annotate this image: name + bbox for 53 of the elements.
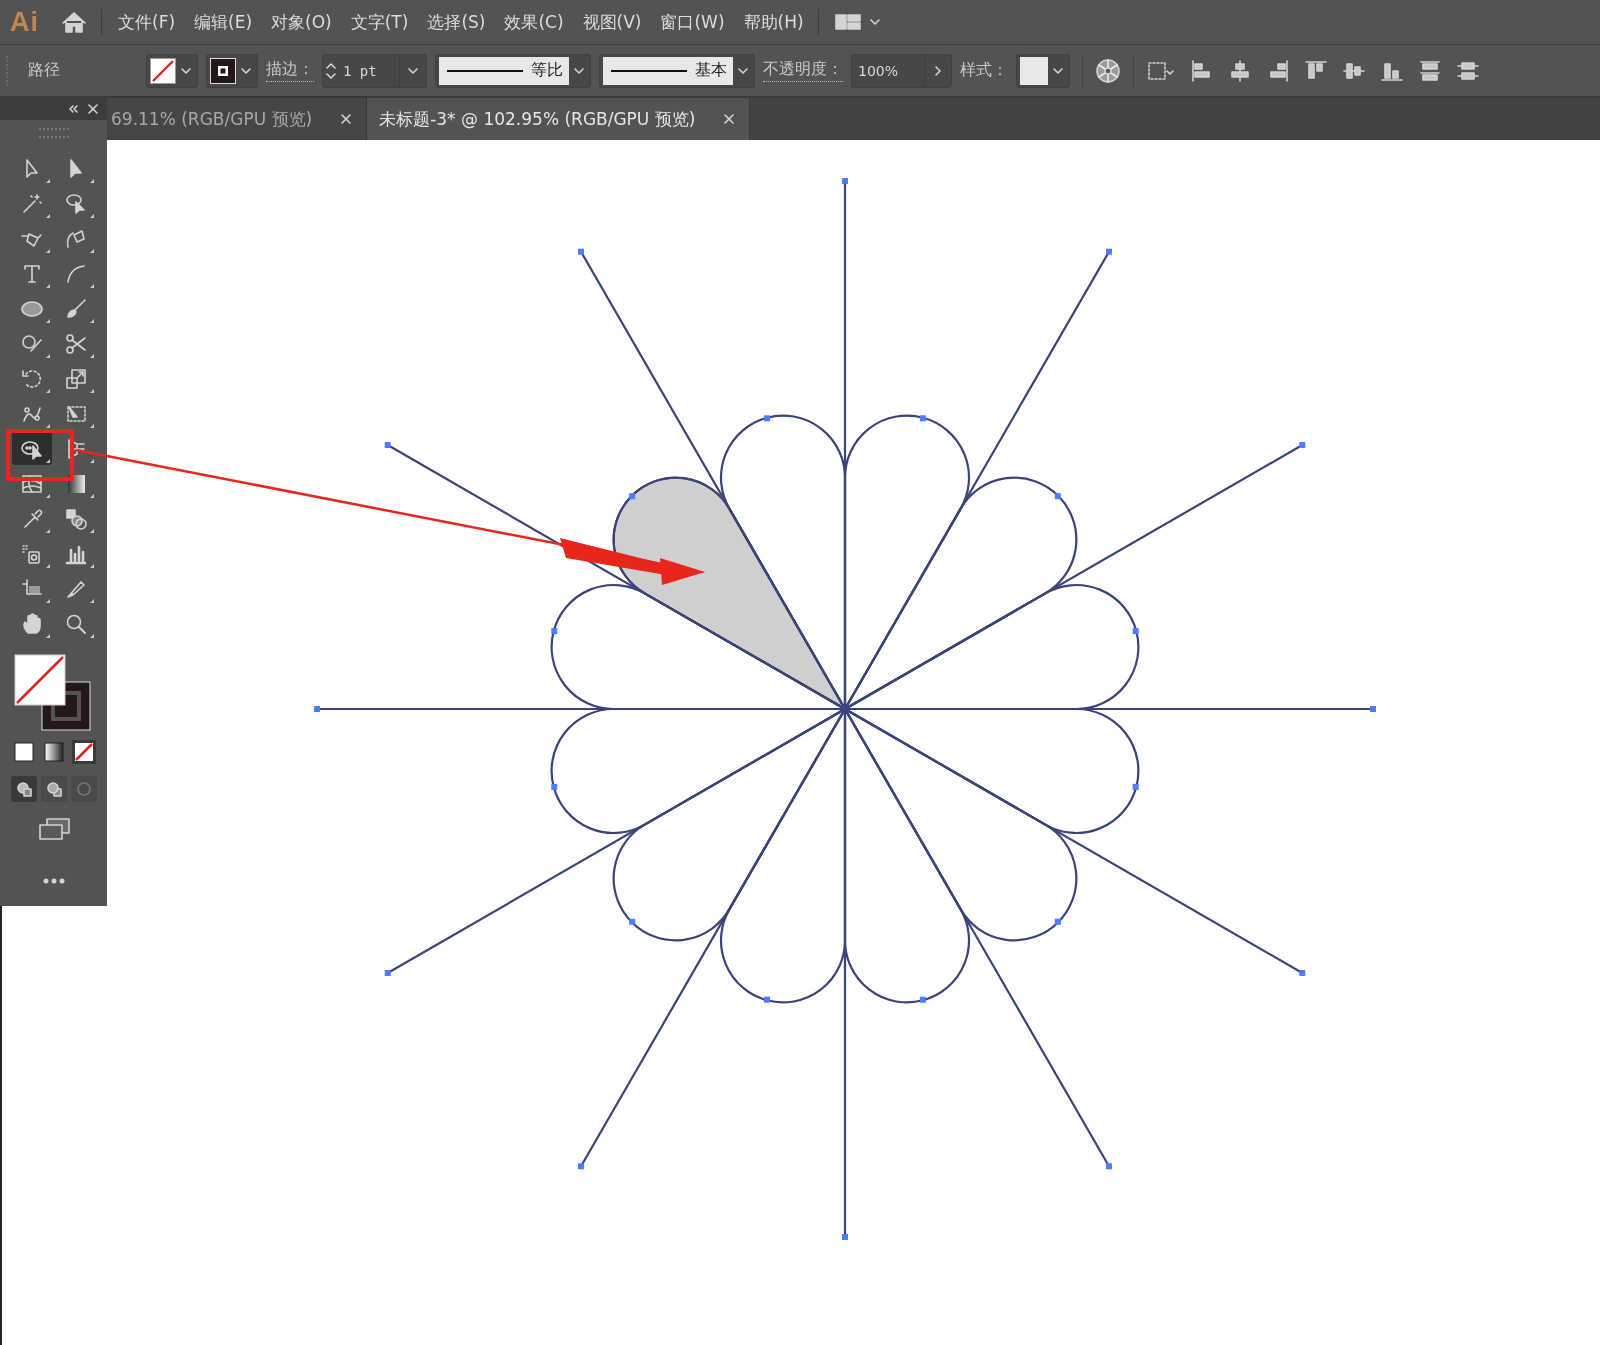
draw-mode-glyph-icon xyxy=(45,781,62,797)
opacity-label[interactable]: 不透明度： xyxy=(763,59,843,82)
close-icon[interactable] xyxy=(87,103,99,115)
home-icon[interactable] xyxy=(61,10,87,34)
tool-button[interactable] xyxy=(11,432,52,465)
gradient-mode-icon[interactable] xyxy=(41,740,66,764)
opacity-field[interactable]: 100% xyxy=(851,53,952,88)
draw-mode-glyph-icon xyxy=(75,781,92,797)
workspace-layout-icon[interactable] xyxy=(834,12,861,32)
app-logo: Ai xyxy=(10,6,39,38)
stepper-icon[interactable] xyxy=(323,60,339,81)
draw-mode-glyph-icon xyxy=(15,781,32,797)
lasso-icon xyxy=(63,191,88,216)
scale-icon xyxy=(63,366,88,391)
draw-behind-icon[interactable] xyxy=(40,776,67,802)
fill-stroke-drawing[interactable] xyxy=(13,654,94,734)
variable-width-profile-dropdown[interactable]: 等比 xyxy=(435,53,591,88)
collapse-icon[interactable] xyxy=(67,103,79,115)
scissors-icon xyxy=(63,331,88,356)
screen-mode-icon[interactable] xyxy=(36,816,71,842)
none-mode-icon[interactable] xyxy=(71,740,96,764)
stroke-label[interactable]: 描边： xyxy=(266,59,314,82)
distribute-top-icon[interactable] xyxy=(1418,58,1442,83)
document-tab[interactable]: 69.11% (RGB/GPU 预览) xyxy=(107,98,368,140)
align-center-icon[interactable] xyxy=(1228,58,1252,83)
brush-definition-dropdown[interactable]: 基本 xyxy=(599,53,755,88)
brush-label: 基本 xyxy=(695,60,727,81)
menu-item[interactable]: 视图(V) xyxy=(582,8,642,36)
menu-item[interactable]: 对象(O) xyxy=(271,8,332,36)
panel-grip[interactable] xyxy=(38,128,69,138)
stroke-swatch-icon xyxy=(210,57,236,84)
more-icon[interactable] xyxy=(41,877,66,885)
menu-item[interactable]: 选择(S) xyxy=(427,8,486,36)
document-tab[interactable]: 未标题-3* @ 102.95% (RGB/GPU 预览) xyxy=(367,98,751,140)
fill-swatch-dropdown[interactable] xyxy=(146,53,198,88)
blend-icon xyxy=(63,506,88,531)
menu-item[interactable]: 文字(T) xyxy=(350,8,409,36)
menu-item[interactable]: 帮助(H) xyxy=(743,8,804,36)
stroke-weight-field[interactable]: 1 pt xyxy=(322,53,427,88)
highlight-frame xyxy=(6,429,74,481)
profile-label: 等比 xyxy=(531,60,563,81)
menu-item[interactable]: 窗口(W) xyxy=(660,8,725,36)
color-wheel-icon[interactable] xyxy=(1095,57,1121,84)
menu-item[interactable]: 效果(C) xyxy=(504,8,564,36)
menu-item[interactable]: 文件(F) xyxy=(118,8,176,36)
no-fill-swatch-icon xyxy=(150,57,176,84)
selection-type-label: 路径 xyxy=(27,60,61,81)
menu-item[interactable]: 编辑(E) xyxy=(194,8,253,36)
graphic-style-dropdown[interactable] xyxy=(1016,53,1070,88)
style-label: 样式： xyxy=(960,60,1008,81)
draw-normal-icon[interactable] xyxy=(10,776,37,802)
stroke-swatch-dropdown[interactable] xyxy=(206,53,258,88)
color-mode-icon[interactable] xyxy=(11,740,36,764)
